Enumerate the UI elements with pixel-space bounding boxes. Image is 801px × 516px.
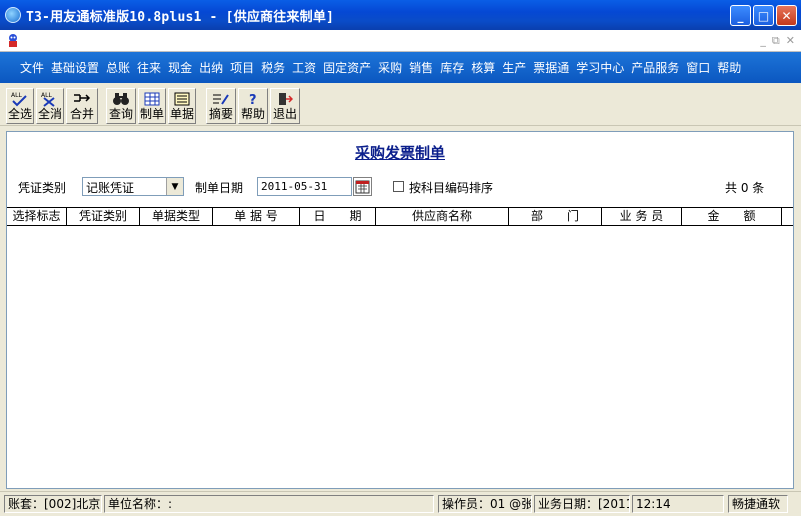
status-time: 12:14	[632, 495, 724, 513]
minimize-button[interactable]: _	[730, 5, 751, 26]
menu-production[interactable]: 生产	[502, 59, 526, 76]
svg-text:ALL: ALL	[11, 92, 22, 99]
column-header-salesperson[interactable]: 业 务 员	[602, 208, 682, 225]
column-header-select-flag[interactable]: 选择标志	[7, 208, 67, 225]
menu-tax[interactable]: 税务	[261, 59, 285, 76]
menu-sales[interactable]: 销售	[409, 59, 433, 76]
status-business-date: 业务日期：[2011	[534, 495, 630, 513]
summary-button[interactable]: 摘要	[206, 88, 236, 124]
summary-pen-icon	[212, 91, 230, 107]
title-bar: T3-用友通标准版10.8plus1 - [供应商往来制单] _ □ ✕	[0, 0, 801, 30]
menu-bills[interactable]: 票据通	[533, 59, 569, 76]
menu-cash[interactable]: 现金	[168, 59, 192, 76]
mdi-close-button[interactable]: ✕	[786, 34, 795, 48]
menu-file[interactable]: 文件	[20, 59, 44, 76]
date-input[interactable]: 2011-05-31	[257, 177, 352, 196]
app-icon	[5, 7, 21, 23]
window-title: T3-用友通标准版10.8plus1 - [供应商往来制单]	[26, 9, 335, 25]
calendar-icon	[355, 180, 370, 194]
column-header-document-number[interactable]: 单 据 号	[213, 208, 300, 225]
child-window-icon[interactable]	[6, 33, 20, 48]
document-icon	[174, 91, 190, 107]
menu-general-ledger[interactable]: 总账	[106, 59, 130, 76]
form-title: 采购发票制单	[354, 144, 445, 162]
voucher-panel: 采购发票制单 凭证类别 记账凭证 ▼ 制单日期 2011-05-31 按科目编码…	[6, 131, 794, 489]
help-button[interactable]: ? 帮助	[238, 88, 268, 124]
query-button[interactable]: 查询	[106, 88, 136, 124]
column-header-voucher-type[interactable]: 凭证类别	[67, 208, 140, 225]
menu-receivables[interactable]: 往来	[137, 59, 161, 76]
menu-fixed-assets[interactable]: 固定资产	[323, 59, 371, 76]
column-header-department[interactable]: 部 门	[509, 208, 602, 225]
voucher-type-value: 记账凭证	[86, 181, 135, 195]
calendar-button[interactable]	[353, 177, 372, 196]
help-icon: ?	[246, 91, 260, 107]
status-unit: 单位名称：:	[104, 495, 434, 513]
select-all-button[interactable]: ALL 全选	[6, 88, 34, 124]
voucher-type-label: 凭证类别	[18, 181, 67, 195]
menu-purchase[interactable]: 采购	[378, 59, 402, 76]
deselect-all-button[interactable]: ALL 全消	[36, 88, 64, 124]
voucher-type-select[interactable]: 记账凭证 ▼	[82, 177, 184, 196]
column-header-date[interactable]: 日 期	[300, 208, 376, 225]
menu-product-service[interactable]: 产品服务	[631, 59, 679, 76]
maximize-button[interactable]: □	[753, 5, 774, 26]
chevron-down-icon[interactable]: ▼	[166, 178, 183, 195]
status-bar: 账套：[002]北京 单位名称：: 操作员：01 @张经 业务日期：[2011 …	[0, 491, 801, 516]
column-header-document-type[interactable]: 单据类型	[140, 208, 213, 225]
menu-learning-center[interactable]: 学习中心	[576, 59, 624, 76]
grid-header: 选择标志 凭证类别 单据类型 单 据 号 日 期 供应商名称 部 门 业 务 员…	[7, 207, 793, 226]
deselect-all-icon: ALL	[40, 91, 60, 107]
merge-button[interactable]: 合并	[66, 88, 98, 124]
menu-payroll[interactable]: 工资	[292, 59, 316, 76]
menu-inventory[interactable]: 库存	[440, 59, 464, 76]
exit-button[interactable]: 退出	[270, 88, 300, 124]
sort-by-account-checkbox[interactable]	[393, 181, 404, 192]
merge-icon	[73, 91, 91, 107]
binoculars-icon	[112, 91, 130, 107]
status-operator: 操作员：01 @张经	[438, 495, 532, 513]
svg-text:ALL: ALL	[41, 92, 52, 99]
mdi-restore-button[interactable]: ⧉	[772, 34, 780, 48]
make-voucher-button[interactable]: 制单	[138, 88, 166, 124]
column-header-amount[interactable]: 金 额	[682, 208, 782, 225]
menu-help[interactable]: 帮助	[717, 59, 741, 76]
record-count: 共 0 条	[725, 181, 765, 195]
select-all-icon: ALL	[10, 91, 30, 107]
exit-door-icon	[277, 91, 293, 107]
window-controls: _ □ ✕	[730, 5, 797, 26]
column-header-supplier-name[interactable]: 供应商名称	[376, 208, 509, 225]
close-button[interactable]: ✕	[776, 5, 797, 26]
status-vendor: 畅捷通软	[728, 495, 788, 513]
documents-button[interactable]: 单据	[168, 88, 196, 124]
menu-costing[interactable]: 核算	[471, 59, 495, 76]
mdi-minimize-button[interactable]: _	[760, 34, 766, 48]
sort-by-account-label: 按科目编码排序	[409, 181, 494, 195]
menu-basic-settings[interactable]: 基础设置	[51, 59, 99, 76]
mdi-control-row: _ ⧉ ✕	[0, 30, 801, 52]
date-label: 制单日期	[195, 181, 244, 195]
status-account: 账套：[002]北京	[4, 495, 102, 513]
menu-project[interactable]: 项目	[230, 59, 254, 76]
voucher-grid-icon	[144, 91, 160, 107]
svg-text:?: ?	[249, 93, 257, 106]
menu-cashier[interactable]: 出纳	[199, 59, 223, 76]
toolbar: ALL 全选 ALL 全消 合并 查询 制单 单据 摘要 ? 帮助 退出	[0, 85, 801, 126]
menu-bar: 文件 基础设置 总账 往来 现金 出纳 项目 税务 工资 固定资产 采购 销售 …	[0, 52, 801, 83]
menu-window[interactable]: 窗口	[686, 59, 710, 76]
